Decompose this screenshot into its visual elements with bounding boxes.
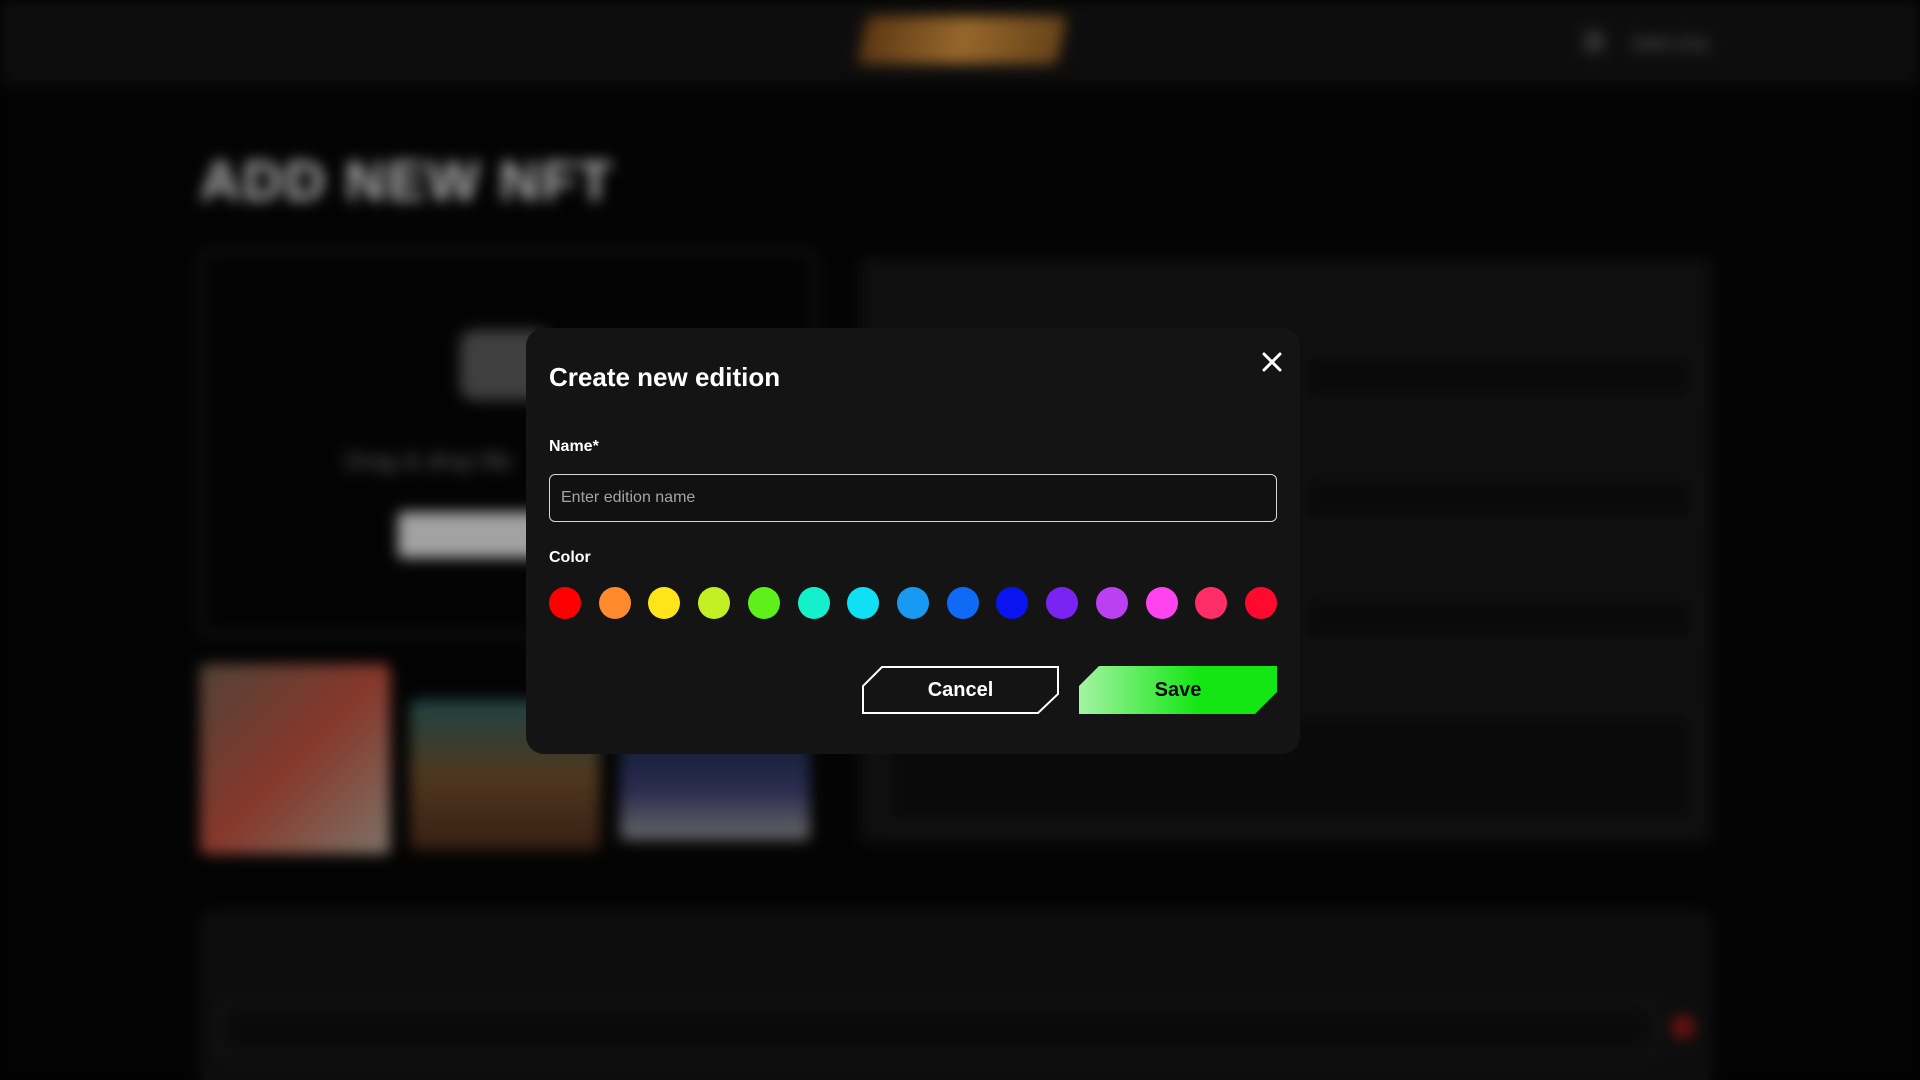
color-swatch[interactable] — [1245, 587, 1277, 619]
name-label: Name* — [549, 438, 599, 455]
color-swatch[interactable] — [897, 587, 929, 619]
save-button-label: Save — [1154, 678, 1202, 701]
color-picker — [549, 586, 1277, 620]
cancel-button[interactable]: Cancel — [862, 666, 1059, 714]
color-swatch[interactable] — [1195, 587, 1228, 619]
color-swatch[interactable] — [747, 587, 780, 619]
color-swatch[interactable] — [946, 587, 979, 619]
color-swatch[interactable] — [1046, 587, 1079, 619]
modal-title: Create new edition — [549, 362, 781, 392]
color-swatch[interactable] — [1145, 587, 1178, 619]
app-root: DAN Cha ADD NEW NFT Drag & drop file Cre… — [0, 0, 1920, 1080]
color-swatch[interactable] — [549, 587, 581, 619]
color-swatch[interactable] — [648, 587, 681, 619]
color-swatch[interactable] — [996, 587, 1029, 619]
edition-name-input[interactable] — [549, 474, 1277, 522]
color-swatch[interactable] — [797, 587, 830, 619]
color-swatch[interactable] — [1095, 587, 1128, 619]
color-swatch[interactable] — [598, 587, 631, 619]
color-label: Color — [549, 549, 591, 566]
close-icon — [1262, 352, 1282, 372]
save-button[interactable]: Save — [1079, 666, 1277, 714]
cancel-button-label: Cancel — [927, 678, 994, 701]
color-swatch[interactable] — [698, 587, 731, 619]
create-edition-modal: Create new edition Name* Color Cancel — [526, 328, 1300, 754]
close-button[interactable] — [1256, 346, 1288, 378]
color-swatch[interactable] — [847, 587, 880, 619]
